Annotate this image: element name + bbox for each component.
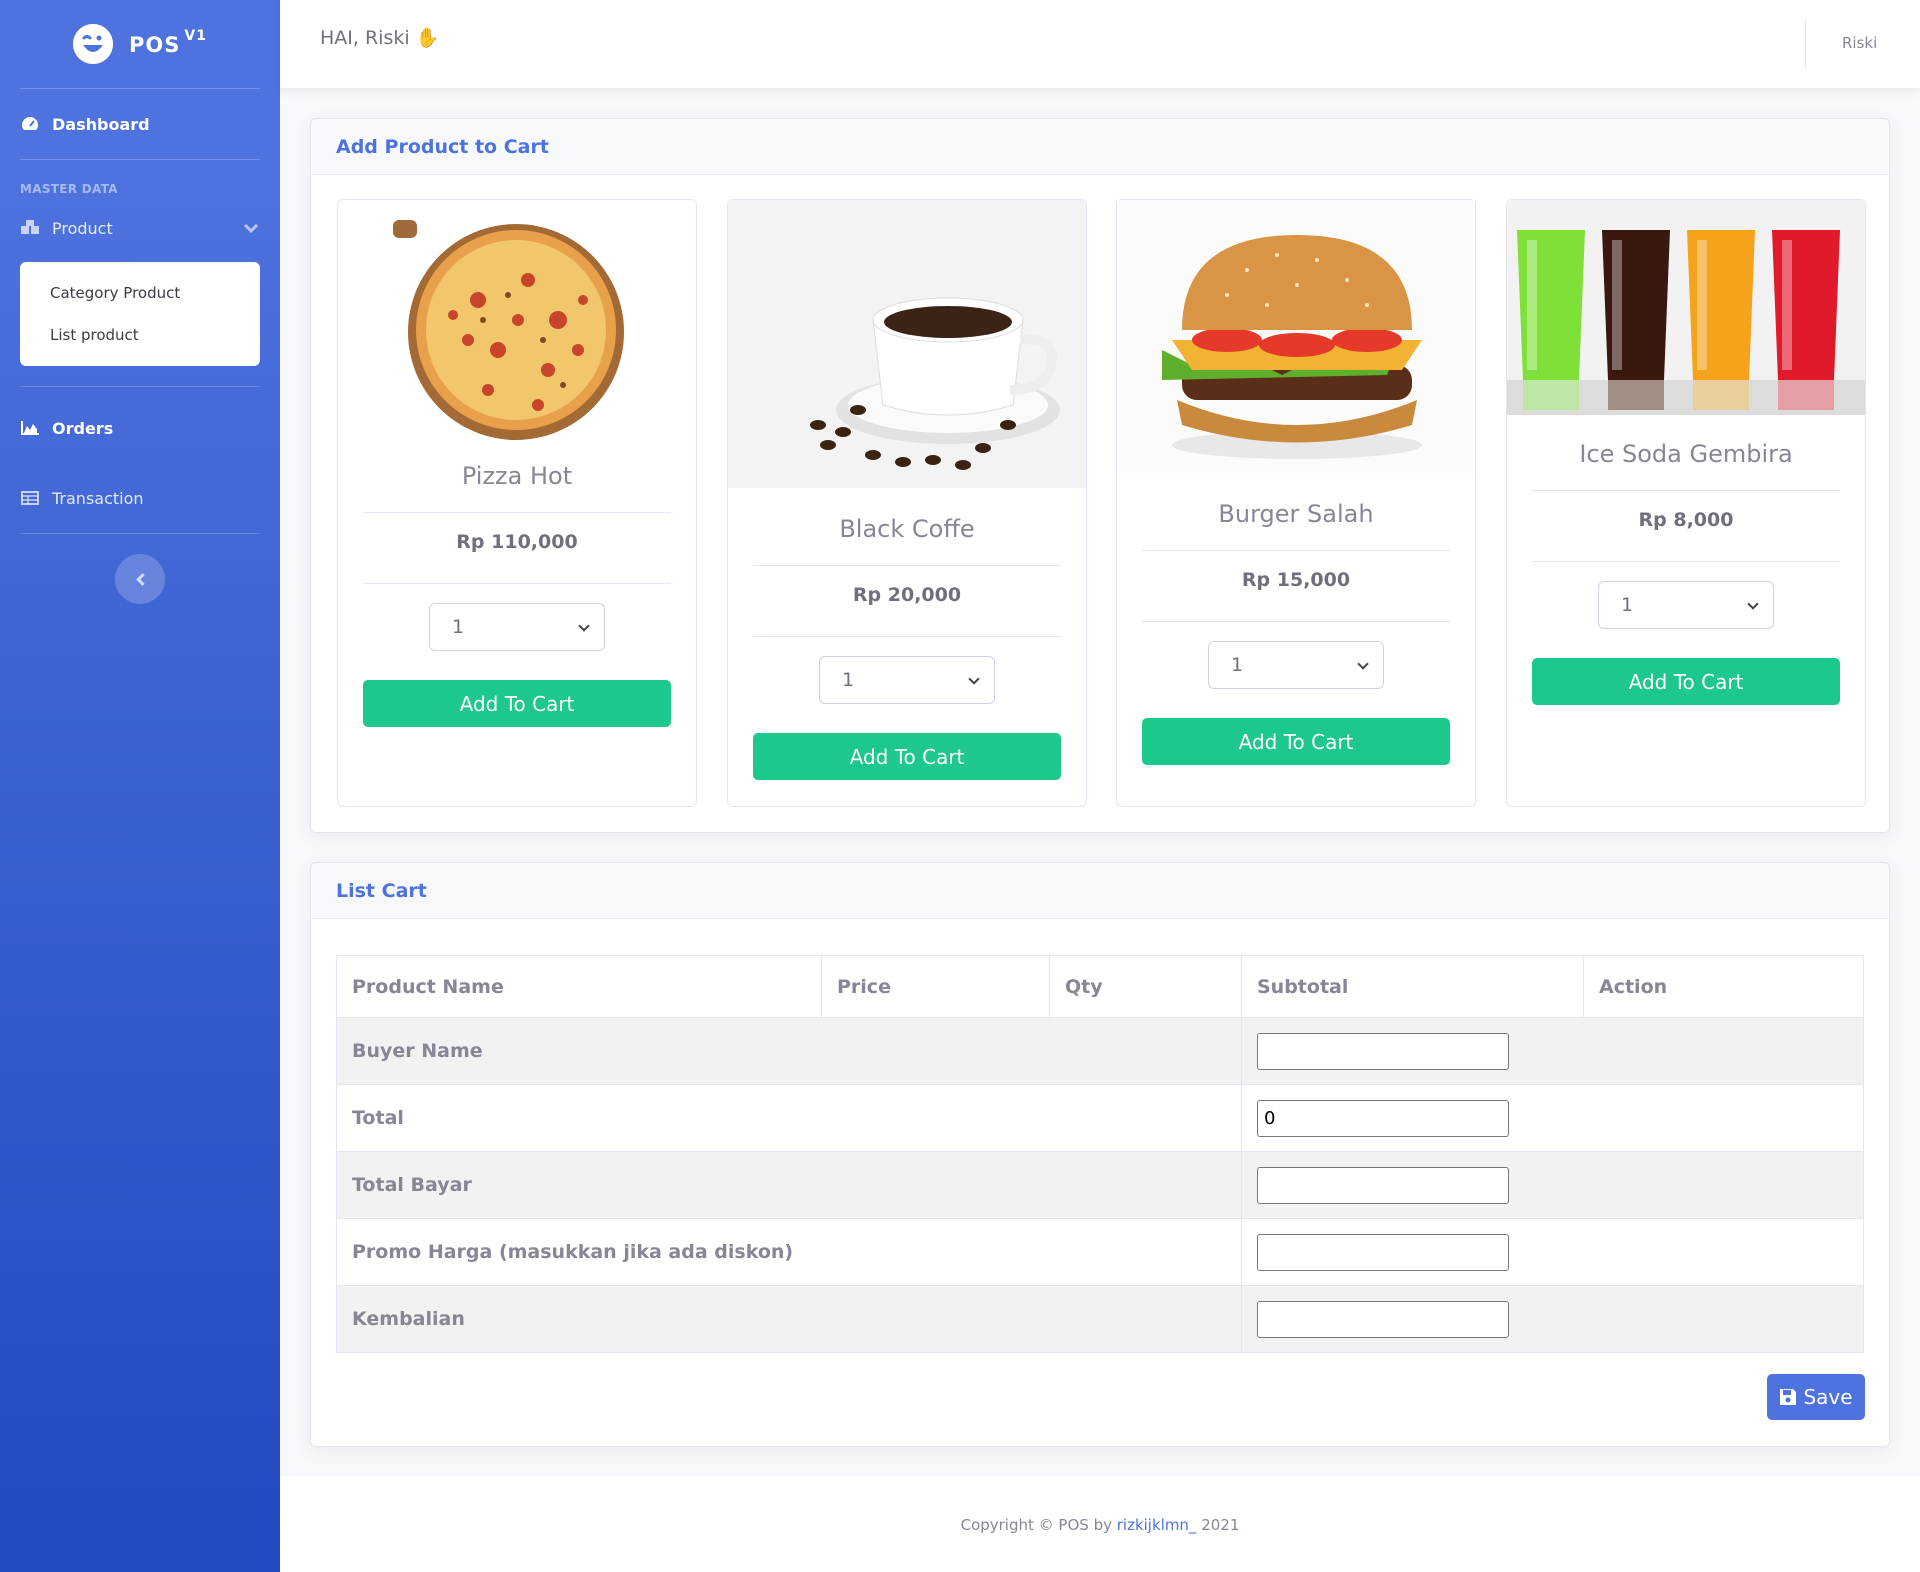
product-name: Black Coffe	[839, 515, 975, 543]
column-header: Product Name	[336, 955, 822, 1018]
product-card-burger: Burger Salah Rp 15,000 1 Add To Cart	[1116, 199, 1476, 807]
sidebar-item-dashboard[interactable]: Dashboard	[0, 89, 280, 159]
table-icon	[20, 489, 40, 507]
column-header: Qty	[1049, 955, 1242, 1018]
brand[interactable]: POS V1	[0, 0, 280, 88]
table-row: Total 0	[336, 1084, 1864, 1152]
total-bayar-input[interactable]	[1257, 1166, 1509, 1204]
total-input[interactable]: 0	[1257, 1099, 1509, 1137]
submenu-category-product[interactable]: Category Product	[20, 272, 260, 314]
footer: Copyright © POS by rizkijklmn_ 2021	[280, 1476, 1920, 1572]
sidebar-heading: MASTER DATA	[20, 182, 118, 196]
sidebar-toggle-button[interactable]	[115, 554, 165, 604]
column-header: Action	[1583, 955, 1864, 1018]
table-row: Kembalian	[336, 1285, 1864, 1353]
list-cart-card: List Cart Product Name Price Qty Subtota…	[310, 862, 1890, 1447]
divider	[1142, 550, 1450, 551]
add-product-card: Add Product to Cart Pizza Hot Rp 110,000	[310, 118, 1890, 833]
row-label: Promo Harga (masukkan jika ada diskon)	[336, 1218, 1242, 1286]
greeting-text: HAI, Riski	[320, 27, 410, 49]
divider	[363, 583, 671, 584]
card-title: List Cart	[311, 863, 1889, 919]
sidebar: POS V1 Dashboard MASTER DATA Product Cate…	[0, 0, 280, 1572]
promo-input[interactable]	[1257, 1233, 1509, 1271]
product-card-soda: Ice Soda Gembira Rp 8,000 1 Add To Cart	[1506, 199, 1866, 807]
add-to-cart-button[interactable]: Add To Cart	[1142, 718, 1450, 765]
divider	[753, 636, 1061, 637]
topbar-divider	[1805, 20, 1806, 68]
quantity-select[interactable]: 1	[429, 603, 605, 651]
row-label: Kembalian	[336, 1285, 1242, 1353]
author-link[interactable]: rizkijklmn_	[1117, 1516, 1197, 1534]
add-to-cart-button[interactable]: Add To Cart	[753, 733, 1061, 780]
chevron-left-icon	[135, 572, 149, 586]
product-card-pizza: Pizza Hot Rp 110,000 1 Add To Cart	[337, 199, 697, 807]
burger-image	[1117, 200, 1475, 474]
hand-icon: ✋	[415, 27, 440, 49]
quantity-select[interactable]: 1	[1208, 641, 1384, 689]
copyright-text: Copyright © POS by	[960, 1516, 1117, 1534]
brand-name: POS	[129, 32, 181, 57]
row-label: Total	[336, 1084, 1242, 1152]
sidebar-divider	[20, 386, 260, 387]
product-price: Rp 8,000	[1638, 509, 1734, 531]
greeting: HAI, Riski ✋	[320, 26, 439, 49]
submenu-list-product[interactable]: List product	[20, 314, 260, 356]
product-submenu: Category Product List product	[20, 262, 260, 366]
soda-image	[1507, 200, 1865, 415]
sidebar-item-label: Dashboard	[52, 114, 150, 134]
save-button[interactable]: Save	[1767, 1374, 1865, 1420]
brand-version: V1	[184, 27, 207, 44]
card-title: Add Product to Cart	[311, 119, 1889, 175]
pizza-image	[378, 210, 658, 440]
divider	[1142, 621, 1450, 622]
coffee-image	[728, 200, 1086, 488]
laugh-wink-icon	[73, 24, 114, 64]
row-label: Buyer Name	[336, 1017, 1242, 1085]
buyer-name-input[interactable]	[1257, 1032, 1509, 1070]
quantity-select[interactable]: 1	[819, 656, 995, 704]
sidebar-item-label: Transaction	[52, 488, 144, 508]
user-dropdown[interactable]: Riski	[1842, 34, 1877, 52]
quantity-select[interactable]: 1	[1598, 581, 1774, 629]
chevron-down-icon	[243, 218, 259, 234]
kembalian-input[interactable]	[1257, 1300, 1509, 1338]
sidebar-item-product[interactable]: Product	[0, 204, 280, 252]
topbar: HAI, Riski ✋ Riski	[280, 0, 1920, 88]
sidebar-item-label: Orders	[52, 418, 114, 438]
chart-area-icon	[20, 419, 40, 437]
add-to-cart-button[interactable]: Add To Cart	[1532, 658, 1840, 705]
sidebar-divider	[20, 533, 260, 534]
divider	[363, 512, 671, 513]
product-name: Ice Soda Gembira	[1579, 440, 1793, 468]
cart-table: Product Name Price Qty Subtotal Action B…	[336, 955, 1864, 1353]
product-price: Rp 20,000	[852, 584, 962, 606]
add-to-cart-button[interactable]: Add To Cart	[363, 680, 671, 727]
product-name: Pizza Hot	[461, 462, 573, 490]
column-header: Subtotal	[1241, 955, 1584, 1018]
sidebar-item-transaction[interactable]: Transaction	[0, 463, 280, 533]
product-name: Burger Salah	[1218, 500, 1374, 528]
divider	[753, 565, 1061, 566]
column-header: Price	[821, 955, 1050, 1018]
divider	[1532, 490, 1840, 491]
sidebar-item-label: Product	[52, 218, 113, 238]
table-row: Total Bayar	[336, 1151, 1864, 1219]
table-header-row: Product Name Price Qty Subtotal Action	[336, 955, 1864, 1018]
sidebar-item-orders[interactable]: Orders	[0, 393, 280, 463]
save-label: Save	[1803, 1385, 1853, 1409]
tachometer-icon	[20, 115, 40, 133]
product-price: Rp 110,000	[456, 531, 578, 553]
boxes-icon	[20, 219, 40, 237]
product-card-coffee: Black Coffe Rp 20,000 1 Add To Cart	[727, 199, 1087, 807]
table-row: Promo Harga (masukkan jika ada diskon)	[336, 1218, 1864, 1286]
row-label: Total Bayar	[336, 1151, 1242, 1219]
table-row: Buyer Name	[336, 1017, 1864, 1085]
product-price: Rp 15,000	[1241, 569, 1351, 591]
copyright-year: 2021	[1196, 1516, 1240, 1534]
divider	[1532, 561, 1840, 562]
save-icon	[1780, 1389, 1797, 1405]
